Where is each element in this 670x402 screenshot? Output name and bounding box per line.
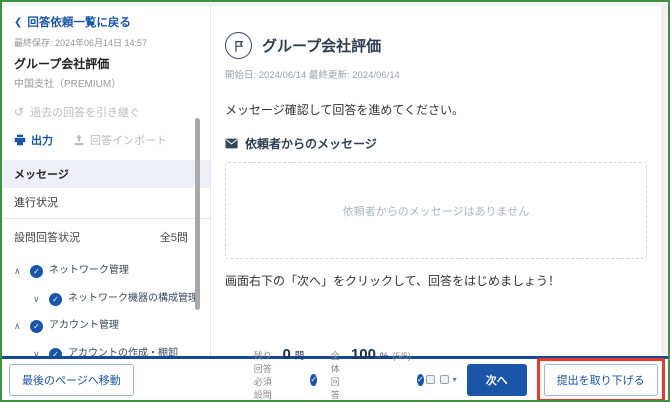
check-circle-icon: ✓ <box>416 373 424 386</box>
check-circle-icon: ✓ <box>49 292 62 306</box>
carry-over-label: 過去の回答を引き継ぐ <box>30 107 141 119</box>
remaining-required-label: 残り回答必須設問 <box>253 350 272 400</box>
import-label: 回答インポート <box>90 135 167 147</box>
answer-stats: 残り回答必須設問 0 問 ✓ 全体回答率 100 % (5/5) ✓ <box>253 345 426 401</box>
envelope-icon <box>225 138 238 149</box>
overall-rate-label: 全体回答率 <box>330 350 340 400</box>
check-circle-icon: ✓ <box>310 373 318 386</box>
flag-icon <box>225 32 252 59</box>
requester-message-heading: 依頼者からのメッセージ <box>245 137 377 151</box>
red-annotation-box: 提出を取り下げる <box>536 357 665 400</box>
remaining-required-unit: 問 <box>294 350 305 362</box>
requester-message-box: 依頼者からのメッセージはありません <box>225 162 647 259</box>
sidebar-survey-title: グループ会社評価 <box>14 57 110 71</box>
tree-item-account-management[interactable]: ∧ ✓ アカウント管理 <box>14 319 210 334</box>
withdraw-submission-button[interactable]: 提出を取り下げる <box>543 363 658 396</box>
question-tree: ∧ ✓ ネットワーク管理 ∨ ✓ ネットワーク機器の構成管理 ∧ ✓ アカウント… <box>2 264 210 360</box>
restore-icon: ↺ <box>14 105 25 119</box>
menu-item-progress[interactable]: 進行状況 <box>2 188 210 216</box>
chevron-up-icon: ∧ <box>14 266 21 276</box>
overall-rate-unit: % <box>380 350 389 362</box>
export-button[interactable]: 出力 <box>14 132 53 148</box>
check-circle-icon: ✓ <box>30 265 43 278</box>
check-circle-icon: ✓ <box>30 320 43 333</box>
footer-bar: 最後のページへ移動 残り回答必須設問 0 問 ✓ 全体回答率 100 % (5/… <box>2 346 668 400</box>
instruction-text: メッセージ確認して回答を進めてください。 <box>225 103 465 117</box>
carry-over-answers-button[interactable]: ↺ 過去の回答を引き継ぐ <box>14 104 196 120</box>
go-last-page-button[interactable]: 最後のページへ移動 <box>9 363 134 396</box>
overall-rate-fraction: (5/5) <box>392 350 411 361</box>
next-button[interactable]: 次へ <box>466 363 527 396</box>
sidebar: ❮ 回答依頼一覧に戻る 最終保存: 2024年06月14日 14:57 グループ… <box>2 6 211 360</box>
tree-item-network-device-config[interactable]: ∨ ✓ ネットワーク機器の構成管理 <box>14 292 210 307</box>
tree-item-network-management[interactable]: ∧ ✓ ネットワーク管理 <box>14 264 210 279</box>
page-view-icon <box>439 375 449 384</box>
back-link-label: 回答依頼一覧に戻る <box>27 17 131 29</box>
last-saved-timestamp: 最終保存: 2024年06月14日 14:57 <box>14 38 148 48</box>
question-status-label: 設問回答状況 <box>14 232 80 244</box>
chevron-down-icon: ∨ <box>33 293 40 304</box>
page-scrollbar-track[interactable] <box>661 6 668 360</box>
export-label: 出力 <box>31 135 53 147</box>
survey-dates: 開始日: 2024/06/14 最終更新: 2024/06/14 <box>225 70 400 81</box>
printer-icon <box>14 134 26 146</box>
page-view-icon <box>425 375 435 384</box>
back-chevron-icon: ❮ <box>14 16 23 28</box>
upload-icon <box>73 134 85 146</box>
overall-rate-value: 100 <box>350 345 376 363</box>
page-title: グループ会社評価 <box>262 38 382 55</box>
next-step-hint: 画面右下の「次へ」をクリックして、回答をはじめましょう！ <box>225 274 561 288</box>
empty-message-text: 依頼者からのメッセージはありません <box>342 205 530 218</box>
display-mode-dropdown[interactable]: ▾ <box>425 375 457 384</box>
sidebar-scrollbar[interactable] <box>195 118 200 310</box>
back-to-request-list-link[interactable]: ❮ 回答依頼一覧に戻る <box>14 14 196 30</box>
remaining-required-value: 0 <box>282 345 291 363</box>
answer-import-button[interactable]: 回答インポート <box>73 132 167 148</box>
app-window: ❮ 回答依頼一覧に戻る 最終保存: 2024年06月14日 14:57 グループ… <box>0 0 670 402</box>
caret-down-icon: ▾ <box>452 375 457 384</box>
company-name: 中国支社（PREMIUM） <box>14 79 122 90</box>
sidebar-menu: メッセージ 進行状況 <box>2 160 210 216</box>
chevron-up-icon: ∧ <box>14 321 21 331</box>
menu-item-messages[interactable]: メッセージ <box>2 160 210 188</box>
main-panel: グループ会社評価 開始日: 2024/06/14 最終更新: 2024/06/1… <box>211 6 661 360</box>
question-total-count: 全5問 <box>159 232 188 244</box>
